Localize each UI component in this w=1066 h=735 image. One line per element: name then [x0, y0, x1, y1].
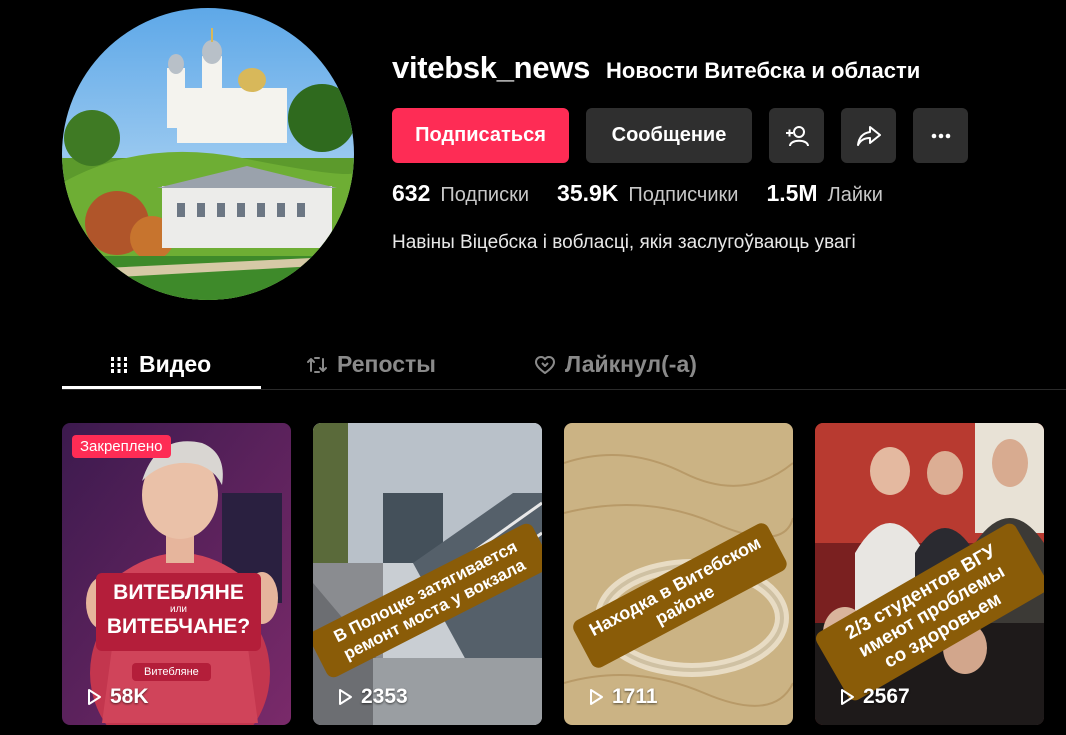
share-button[interactable] — [841, 108, 896, 163]
play-icon — [88, 689, 101, 705]
video-card[interactable]: Закреплено ВИТЕБЛЯНЕ или ВИТЕБЧАНЕ? Вите… — [62, 423, 291, 725]
tab-reposts-label: Репосты — [337, 351, 436, 377]
followers-count: 35.9K — [557, 180, 619, 206]
view-count-value: 58K — [110, 685, 149, 708]
profile-actions: Подписаться Сообщение — [392, 108, 968, 163]
video-card[interactable]: 2/3 студентов ВГУ имеют проблемы со здор… — [815, 423, 1044, 725]
avatar[interactable] — [62, 8, 354, 300]
video-card[interactable]: В Полоцке затягивается ремонт моста у во… — [313, 423, 542, 725]
following-count: 632 — [392, 180, 431, 206]
view-count-value: 2353 — [361, 685, 408, 708]
follow-button[interactable]: Подписаться — [392, 108, 569, 163]
grid-icon — [111, 356, 127, 373]
nickname: Новости Витебска и области — [606, 58, 921, 83]
profile-tabs: Видео Репосты Лайкнул(-а) — [62, 340, 1066, 390]
play-icon — [841, 689, 854, 705]
video-card[interactable]: Находка в Витебском районе 1711 — [564, 423, 793, 725]
tab-liked[interactable]: Лайкнул(-а) — [534, 340, 697, 389]
view-count-value: 1711 — [612, 685, 658, 708]
add-user-icon — [785, 125, 809, 146]
profile-stats: 632 Подписки 35.9K Подписчики 1.5M Лайки — [392, 180, 883, 207]
message-button[interactable]: Сообщение — [586, 108, 752, 163]
bio: Навіны Віцебска і вобласці, якія заслуго… — [392, 232, 856, 253]
share-icon — [856, 125, 881, 146]
likes-label: Лайки — [827, 184, 883, 206]
overlay-line-2: или — [169, 604, 187, 616]
profile-page: vitebsk_news Новости Витебска и области … — [0, 0, 1066, 735]
avatar-image — [62, 8, 354, 300]
view-count: 2567 — [837, 685, 910, 709]
followers-label: Подписчики — [628, 184, 739, 206]
active-tab-indicator — [62, 386, 261, 389]
view-count-value: 2567 — [863, 685, 910, 708]
more-icon — [931, 133, 950, 138]
liked-icon — [535, 355, 555, 374]
add-friend-button[interactable] — [769, 108, 824, 163]
username: vitebsk_news — [392, 50, 591, 85]
overlay-line-3: ВИТЕБЧАНЕ? — [106, 615, 251, 639]
overlay-line-1: ВИТЕБЛЯНЕ — [113, 581, 244, 604]
tab-liked-label: Лайкнул(-а) — [565, 351, 697, 377]
video-overlay-title: ВИТЕБЛЯНЕ или ВИТЕБЧАНЕ? — [96, 573, 261, 651]
tab-videos[interactable]: Видео — [108, 340, 211, 389]
title-row: vitebsk_news Новости Витебска и области — [392, 50, 920, 86]
tab-videos-label: Видео — [139, 351, 212, 377]
play-icon — [339, 689, 352, 705]
more-button[interactable] — [913, 108, 968, 163]
stat-followers[interactable]: 35.9K Подписчики — [557, 180, 738, 207]
stat-likes: 1.5M Лайки — [766, 180, 882, 207]
video-grid: Закреплено ВИТЕБЛЯНЕ или ВИТЕБЧАНЕ? Вите… — [62, 423, 1044, 725]
likes-count: 1.5M — [766, 180, 818, 206]
view-count: 58K — [84, 685, 149, 709]
tab-reposts[interactable]: Репосты — [306, 340, 436, 389]
stat-following[interactable]: 632 Подписки — [392, 180, 529, 207]
play-icon — [590, 689, 603, 705]
pinned-badge: Закреплено — [72, 435, 171, 458]
overlay-subtitle: Витебляне — [132, 663, 211, 681]
view-count: 1711 — [586, 685, 658, 709]
following-label: Подписки — [440, 184, 530, 206]
view-count: 2353 — [335, 685, 408, 709]
repost-icon — [307, 356, 327, 373]
